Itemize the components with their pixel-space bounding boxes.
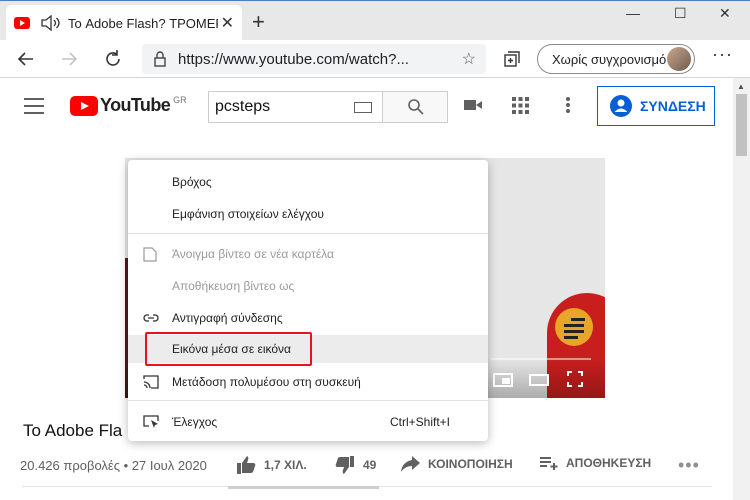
thumbs-up-icon	[237, 456, 256, 474]
tab-title: Το Adobe Flash? ΤΡΟΜΕΡΗ	[68, 15, 218, 31]
channel-watermark-icon[interactable]	[555, 308, 593, 346]
inspect-shortcut: Ctrl+Shift+I	[389, 415, 450, 429]
menu-item-inspect[interactable]: Έλεγχος Ctrl+Shift+I	[128, 408, 488, 436]
profile-sync-label: Χωρίς συγχρονισμό	[552, 51, 667, 67]
search-input[interactable]: pcsteps	[208, 91, 382, 123]
hamburger-menu-icon[interactable]	[24, 98, 44, 114]
page-scrollbar[interactable]: ▲	[733, 78, 750, 500]
dislike-count: 49	[363, 458, 377, 472]
lock-icon[interactable]	[150, 49, 170, 69]
like-button[interactable]: 1,7 ΧΙΛ.	[236, 456, 307, 474]
playlist-add-icon	[540, 457, 558, 470]
search-query: pcsteps	[215, 98, 271, 115]
share-label: ΚΟΙΝΟΠΟΙΗΣΗ	[428, 457, 513, 471]
forward-arrow-icon[interactable]	[58, 48, 80, 70]
menu-item-loop[interactable]: Βρόχος	[128, 168, 488, 196]
audio-playing-icon[interactable]	[40, 15, 62, 31]
scroll-up-icon[interactable]: ▲	[737, 82, 745, 91]
apps-grid-icon[interactable]	[512, 97, 529, 114]
keyboard-icon[interactable]	[354, 102, 372, 113]
address-bar[interactable]: https://www.youtube.com/watch?... ☆	[142, 44, 486, 74]
create-video-icon[interactable]	[463, 97, 483, 113]
youtube-play-icon	[70, 95, 98, 116]
search-button[interactable]	[382, 91, 448, 123]
user-account-icon	[610, 95, 632, 117]
youtube-header: YouTube GR pcsteps ΣΥΝΔΕΣΗ	[0, 78, 733, 132]
video-title: To Adobe Fla	[23, 421, 123, 440]
horizontal-scroll-indicator	[228, 486, 379, 489]
video-meta: 20.426 προβολές • 27 Ιουλ 2020	[20, 458, 207, 473]
favorite-star-icon[interactable]: ☆	[462, 49, 476, 69]
menu-item-label: Αποθήκευση βίντεο ως	[172, 279, 295, 293]
browser-toolbar: https://www.youtube.com/watch?... ☆ Χωρί…	[0, 40, 750, 78]
profile-button[interactable]: Χωρίς συγχρονισμό	[537, 44, 695, 74]
inspect-icon	[143, 415, 159, 428]
more-actions-button[interactable]: •••	[678, 455, 700, 476]
signin-label: ΣΥΝΔΕΣΗ	[640, 98, 706, 114]
country-code: GR	[173, 95, 187, 105]
video-context-menu: Βρόχος Εμφάνιση στοιχείων ελέγχου Άνοιγμ…	[128, 160, 488, 441]
menu-item-label: Εμφάνιση στοιχείων ελέγχου	[172, 207, 324, 221]
thumbs-down-icon	[335, 456, 354, 474]
menu-item-save-video-as: Αποθήκευση βίντεο ως	[128, 272, 488, 300]
dislike-button[interactable]: 49	[335, 456, 376, 474]
video-progress-bar[interactable]	[491, 358, 591, 360]
url-text[interactable]: https://www.youtube.com/watch?...	[178, 51, 409, 68]
link-icon	[143, 314, 159, 322]
youtube-logo[interactable]: YouTube GR	[70, 95, 187, 116]
share-icon	[401, 456, 420, 472]
more-vertical-icon[interactable]	[565, 96, 571, 114]
menu-separator	[128, 233, 488, 234]
menu-item-show-controls[interactable]: Εμφάνιση στοιχείων ελέγχου	[128, 200, 488, 228]
menu-item-copy-link[interactable]: Αντιγραφή σύνδεσης	[128, 304, 488, 332]
menu-item-cast-media[interactable]: Μετάδοση πολυμέσου στη συσκευή	[128, 368, 488, 396]
maximize-button[interactable]: ☐	[674, 5, 687, 22]
collections-icon[interactable]	[502, 49, 522, 69]
minimize-button[interactable]: —	[626, 5, 640, 21]
refresh-icon[interactable]	[102, 48, 124, 70]
save-button[interactable]: ΑΠΟΘΗΚΕΥΣΗ	[540, 456, 651, 470]
settings-more-button[interactable]: ···	[712, 44, 733, 65]
signin-button[interactable]: ΣΥΝΔΕΣΗ	[597, 86, 715, 126]
theater-mode-icon[interactable]	[529, 374, 549, 386]
highlight-annotation-box	[145, 332, 312, 366]
youtube-favicon-icon	[14, 17, 30, 29]
menu-item-open-video-new-tab: Άνοιγμα βίντεο σε νέα καρτέλα	[128, 240, 488, 268]
fullscreen-icon[interactable]	[567, 371, 583, 387]
menu-separator	[128, 400, 488, 401]
profile-avatar	[667, 47, 691, 71]
share-button[interactable]: ΚΟΙΝΟΠΟΙΗΣΗ	[400, 456, 513, 472]
tab-close-icon[interactable]: ✕	[221, 13, 234, 33]
browser-titlebar: Το Adobe Flash? ΤΡΟΜΕΡΗ ✕ + — ☐ ✕	[0, 0, 750, 41]
menu-item-label: Έλεγχος	[172, 415, 218, 429]
cast-icon	[143, 375, 159, 389]
browser-tab-active[interactable]: Το Adobe Flash? ΤΡΟΜΕΡΗ ✕	[6, 5, 242, 41]
menu-item-label: Άνοιγμα βίντεο σε νέα καρτέλα	[172, 247, 334, 261]
close-window-button[interactable]: ✕	[719, 5, 731, 22]
menu-item-label: Βρόχος	[172, 175, 212, 189]
back-arrow-icon[interactable]	[15, 48, 37, 70]
youtube-wordmark: YouTube	[100, 95, 171, 115]
scrollbar-thumb[interactable]	[736, 94, 747, 156]
save-label: ΑΠΟΘΗΚΕΥΣΗ	[566, 456, 652, 470]
new-tab-button[interactable]: +	[252, 9, 265, 35]
new-tab-page-icon	[143, 247, 157, 262]
menu-item-label: Αντιγραφή σύνδεσης	[172, 311, 283, 325]
search-icon	[408, 99, 424, 115]
menu-item-label: Μετάδοση πολυμέσου στη συσκευή	[172, 375, 361, 389]
miniplayer-icon[interactable]	[493, 373, 513, 387]
like-count: 1,7 ΧΙΛ.	[264, 458, 307, 472]
